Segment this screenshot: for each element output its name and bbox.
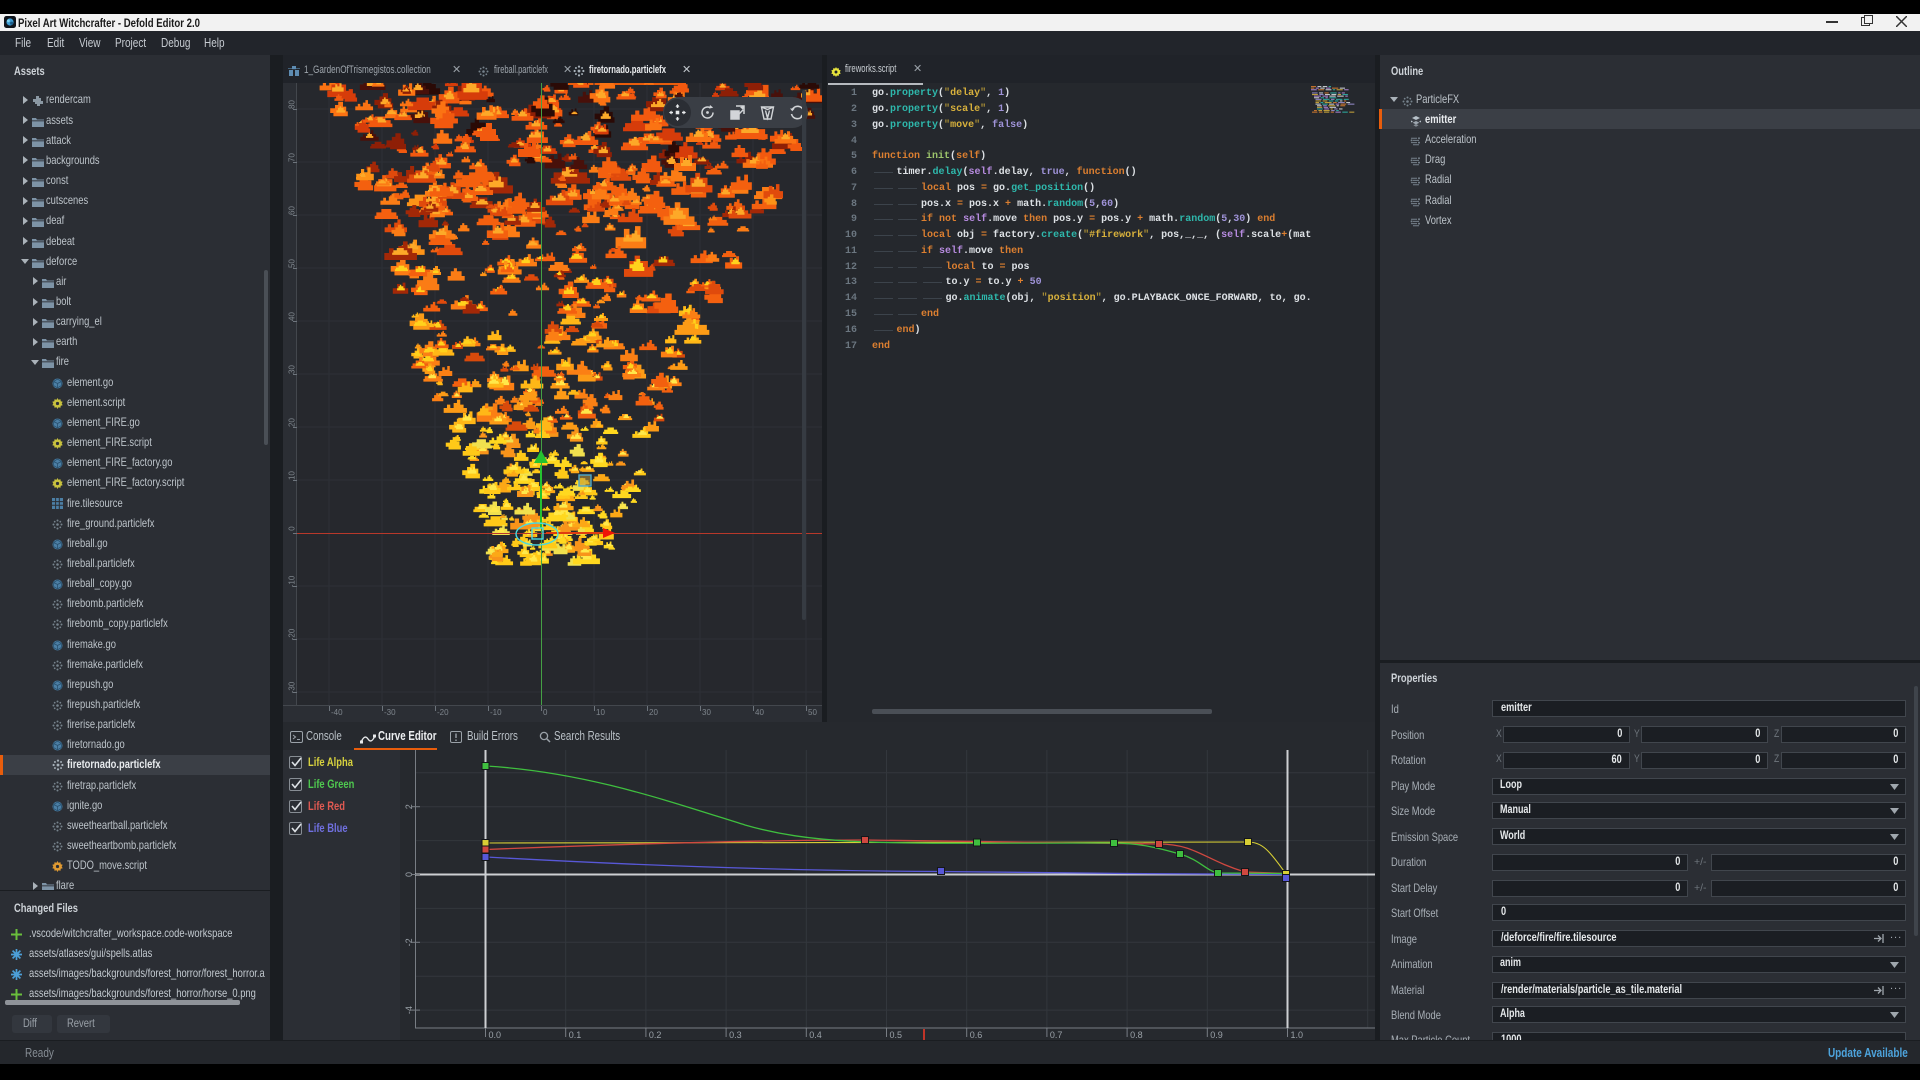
- svg-text:0.0: 0.0: [489, 1030, 502, 1040]
- svg-text:0.6: 0.6: [970, 1030, 983, 1040]
- svg-text:0.9: 0.9: [1210, 1030, 1223, 1040]
- svg-text:0.8: 0.8: [1130, 1030, 1143, 1040]
- svg-text:0.5: 0.5: [890, 1030, 903, 1040]
- svg-text:0.7: 0.7: [1050, 1030, 1063, 1040]
- svg-text:0.3: 0.3: [729, 1030, 742, 1040]
- svg-text:0.4: 0.4: [809, 1030, 822, 1040]
- svg-text:0.1: 0.1: [569, 1030, 582, 1040]
- svg-text:1.0: 1.0: [1291, 1030, 1304, 1040]
- svg-text:0.2: 0.2: [649, 1030, 662, 1040]
